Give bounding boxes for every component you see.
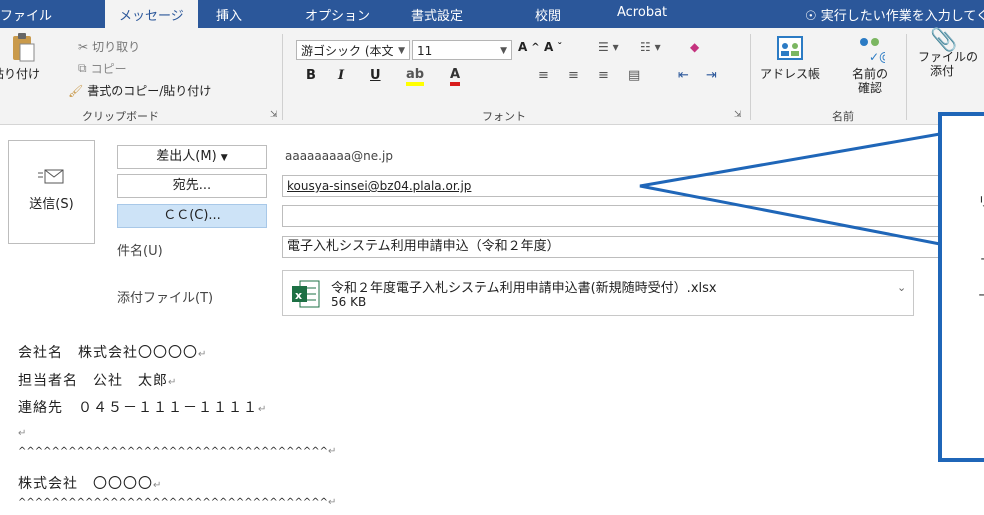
numbering-icon[interactable]: ☷ ▾ — [640, 40, 661, 54]
tab-review[interactable]: 校閲 — [535, 5, 561, 24]
attach-file-label-2: 添付 — [930, 64, 955, 78]
divider — [906, 34, 907, 120]
send-icon — [9, 167, 94, 191]
to-recipient[interactable]: kousya-sinsei@bz04.plala.or.jp — [287, 179, 471, 193]
check-names-label-2: 確認 — [857, 81, 882, 95]
tab-options[interactable]: オプション — [305, 5, 370, 24]
body-line: ^^^^^^^^^^^^^^^^^^^^^^^^^^^^^^^^^^^^^↵ — [18, 497, 337, 508]
body-line: 連絡先 ０４５－１１１－１１１１↵ — [18, 400, 268, 416]
format-painter-icon: 🖌 — [68, 83, 84, 98]
grow-font-icon[interactable]: A ^ — [518, 40, 540, 54]
check-names-label-1: 名前の — [851, 67, 888, 81]
bullets-icon[interactable]: ☰ ▾ — [598, 40, 619, 54]
paste-icon — [13, 33, 35, 62]
send-button[interactable]: 送信(S) — [8, 140, 95, 244]
align-center-icon[interactable]: ≡ — [568, 68, 579, 83]
format-painter-label: 書式のコピー/貼り付け — [87, 84, 212, 98]
increase-indent-icon[interactable]: ⇥ — [706, 68, 717, 83]
send-label: 送信(S) — [29, 197, 74, 212]
address-book-icon — [777, 36, 803, 60]
tab-message[interactable]: メッセージ — [105, 0, 198, 28]
align-right-icon[interactable]: ≡ — [598, 68, 609, 83]
from-button[interactable]: 差出人(M) ▼ — [117, 145, 267, 169]
font-launcher-icon[interactable]: ⇲ — [734, 110, 742, 120]
attachments-label: 添付ファイル(T) — [117, 291, 214, 306]
font-group-label: フォント — [482, 110, 526, 123]
lightbulb-icon: ☉ — [805, 9, 817, 24]
tab-format[interactable]: 書式設定 — [411, 5, 463, 24]
body-line: 担当者名 公社 太郎↵ — [18, 373, 178, 389]
paste-button[interactable]: 貼り付け — [0, 32, 44, 81]
chevron-down-icon: ▼ — [220, 153, 228, 163]
font-name-value: 游ゴシック (本文 — [301, 44, 394, 58]
body-line: 会社名 株式会社〇〇〇〇↵ — [18, 345, 208, 361]
svg-text:✓@: ✓@ — [869, 50, 885, 64]
svg-text:x: x — [295, 289, 302, 302]
clear-format-icon[interactable]: ◆ — [690, 40, 699, 54]
tell-me-box[interactable]: ☉ 実行したい作業を入力してくださ — [805, 5, 984, 24]
italic-button[interactable]: I — [338, 68, 344, 83]
subject-label: 件名(U) — [117, 244, 163, 259]
underline-button[interactable]: U — [370, 68, 381, 83]
callout-box — [938, 112, 984, 462]
body-line: ↵ — [18, 428, 28, 439]
attachment-size: 56 KB — [331, 295, 367, 309]
font-size-combo[interactable]: 11 ▼ — [412, 40, 512, 60]
font-name-combo[interactable]: 游ゴシック (本文 ▼ — [296, 40, 410, 60]
copy-icon: ⧉ — [78, 61, 87, 75]
attach-file-button[interactable]: 📎 ファイルの 添付 — [918, 30, 984, 79]
cut-label: 切り取り — [92, 40, 141, 54]
align-left-icon[interactable]: ≡ — [538, 68, 549, 83]
from-button-label: 差出人(M) — [156, 149, 217, 164]
callout-text-fragment: ー — [978, 289, 984, 304]
attach-file-label-1: ファイルの — [918, 50, 979, 64]
cc-field[interactable] — [282, 205, 984, 227]
address-book-button[interactable]: アドレス帳 — [760, 34, 820, 81]
check-names-icon: ✓@ — [860, 38, 891, 64]
cc-button[interactable]: ＣＣ(C)... — [117, 204, 267, 228]
from-address: aaaaaaaaa@ne.jp — [285, 149, 393, 163]
chevron-down-icon: ▼ — [500, 46, 507, 56]
attachment-name: 令和２年度電子入札システム利用申請申込書(新規随時受付）.xlsx — [331, 281, 717, 296]
body-line: ^^^^^^^^^^^^^^^^^^^^^^^^^^^^^^^^^^^^^↵ — [18, 446, 337, 457]
body-line: 株式会社 〇〇〇〇↵ — [18, 476, 163, 492]
clipboard-launcher-icon[interactable]: ⇲ — [270, 110, 278, 120]
chevron-down-icon[interactable]: ⌄ — [897, 281, 906, 294]
ribbon-tabs: ファイル メッセージ 挿入 オプション 書式設定 校閲 Acrobat ☉ 実行… — [0, 0, 984, 28]
address-book-label: アドレス帳 — [760, 67, 821, 81]
font-size-value: 11 — [417, 44, 433, 58]
attachment-item[interactable]: x 令和２年度電子入札システム利用申請申込書(新規随時受付）.xlsx 56 K… — [282, 270, 914, 316]
font-color-icon[interactable]: A — [450, 68, 461, 86]
cut-button[interactable]: ✂ 切り取り — [78, 38, 140, 55]
ribbon: 貼り付け ✂ 切り取り ⧉ コピー 🖌 書式のコピー/貼り付け クリップボード … — [0, 28, 984, 125]
tab-acrobat[interactable]: Acrobat — [617, 5, 667, 20]
check-names-button[interactable]: ✓@ 名前の 確認 — [842, 34, 898, 95]
scissors-icon: ✂ — [78, 39, 89, 54]
tab-file[interactable]: ファイル — [0, 5, 52, 24]
clipboard-group-label: クリップボード — [82, 110, 159, 123]
excel-file-icon: x — [292, 280, 320, 308]
paste-label: 貼り付け — [0, 67, 40, 81]
subject-field[interactable]: 電子入札システム利用申請申込（令和２年度） — [282, 236, 984, 258]
copy-button[interactable]: ⧉ コピー — [78, 60, 127, 77]
tab-insert[interactable]: 挿入 — [216, 5, 242, 24]
format-painter-button[interactable]: 🖌 書式のコピー/貼り付け — [68, 82, 211, 99]
highlight-icon[interactable]: ab — [406, 68, 425, 86]
decrease-indent-icon[interactable]: ⇤ — [678, 68, 689, 83]
divider — [750, 34, 751, 120]
names-group-label: 名前 — [832, 110, 854, 123]
divider — [282, 34, 283, 120]
to-field[interactable]: kousya-sinsei@bz04.plala.or.jp — [282, 175, 984, 197]
copy-label: コピー — [90, 62, 127, 76]
bold-button[interactable]: B — [306, 68, 316, 83]
justify-icon[interactable]: ▤ — [628, 68, 640, 83]
chevron-down-icon: ▼ — [398, 46, 405, 56]
tell-me-text: 実行したい作業を入力してくださ — [820, 9, 984, 24]
shrink-font-icon[interactable]: Aˇ — [544, 40, 562, 54]
to-button[interactable]: 宛先... — [117, 174, 267, 198]
